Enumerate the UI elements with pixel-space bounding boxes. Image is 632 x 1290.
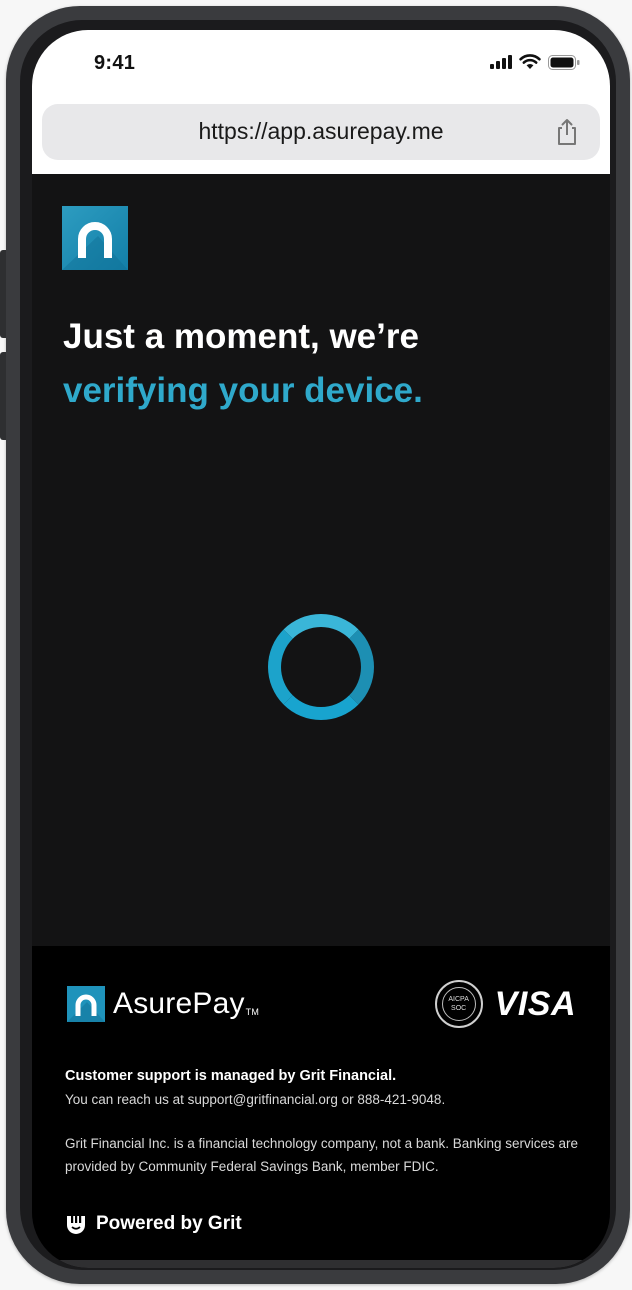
loading-spinner — [268, 614, 374, 720]
phone-screen: 9:41 https://app.asurepay.me Just a mome… — [32, 30, 610, 1268]
share-icon[interactable] — [556, 118, 578, 146]
address-bar[interactable]: https://app.asurepay.me — [42, 104, 600, 160]
powered-by-label: Powered by Grit — [96, 1213, 242, 1234]
support-title: Customer support is managed by Grit Fina… — [65, 1068, 397, 1084]
legal-disclaimer: Grit Financial Inc. is a financial techn… — [65, 1136, 579, 1174]
headline-line-1: Just a moment, we’re — [63, 317, 419, 356]
powered-by: Powered by Grit — [64, 1212, 242, 1236]
status-bar: 9:41 — [32, 30, 610, 96]
status-icons — [490, 54, 580, 70]
soc-badge-inner: AICPA SOC — [441, 987, 476, 1021]
volume-down-button — [0, 352, 6, 440]
verification-content: Just a moment, we’re verifying your devi… — [32, 174, 610, 946]
soc-badge-line1: AICPA — [448, 996, 469, 1003]
visa-logo: VISA — [494, 984, 576, 1023]
status-time: 9:41 — [94, 52, 136, 74]
page-footer: AsurePayTM AICPA SOC VISA Customer suppo… — [32, 946, 610, 1268]
page-headline: Just a moment, we’re verifying your devi… — [63, 310, 423, 418]
url-text[interactable]: https://app.asurepay.me — [42, 118, 600, 145]
brand-name-text: AsurePay — [113, 987, 245, 1020]
asurepay-logo-icon — [62, 206, 128, 270]
grit-logo-icon — [67, 1216, 85, 1234]
trust-badges: AICPA SOC VISA — [434, 980, 576, 1028]
browser-chrome: 9:41 https://app.asurepay.me — [32, 30, 610, 174]
cellular-signal-icon — [490, 55, 512, 69]
screen-bottom-edge — [32, 1260, 610, 1268]
footer-brand: AsurePayTM — [67, 986, 259, 1022]
wifi-icon — [519, 54, 541, 69]
support-contact: You can reach us at support@gritfinancia… — [65, 1092, 446, 1107]
brand-name: AsurePayTM — [113, 987, 259, 1021]
asurepay-logo-icon — [67, 986, 105, 1022]
volume-up-button — [0, 250, 6, 338]
aicpa-soc-badge-icon: AICPA SOC — [434, 980, 483, 1028]
headline-line-2: verifying your device. — [63, 371, 423, 410]
battery-icon — [548, 54, 580, 70]
soc-badge-line2: SOC — [451, 1005, 467, 1012]
trademark: TM — [245, 1007, 260, 1017]
